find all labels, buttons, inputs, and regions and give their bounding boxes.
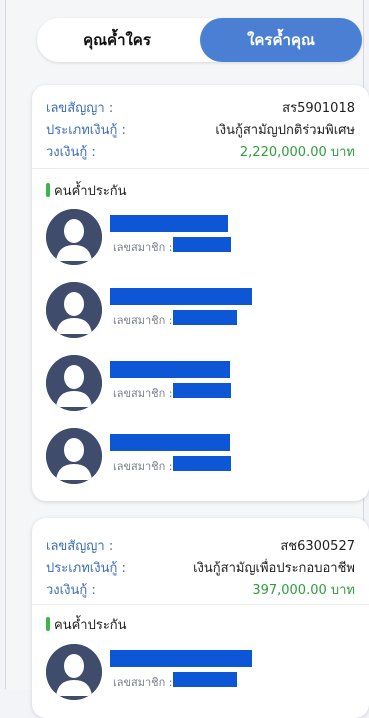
credit-label: วงเงินกู้ : <box>46 583 96 598</box>
credit-row: วงเงินกู้ : 2,220,000.00 บาท <box>46 141 355 161</box>
credit-row: วงเงินกู้ : 397,000.00 บาท <box>46 579 355 599</box>
guarantor-name-redacted <box>110 361 230 378</box>
member-number-label: เลขสมาชิก : <box>113 387 173 400</box>
member-number-label: เลขสมาชิก : <box>113 241 173 254</box>
avatar-icon <box>46 428 102 484</box>
contract-card[interactable]: เลขสัญญา : สช6300527 ประเภทเงินกู้ : เงิ… <box>32 518 369 718</box>
contract-number-label: เลขสัญญา : <box>46 101 114 116</box>
loan-type-row: ประเภทเงินกู้ : เงินกู้สามัญเพื่อประกอบอ… <box>46 557 355 577</box>
guarantor-section-title: คนค้ำประกัน <box>46 614 127 635</box>
guarantor-item[interactable]: เลขสมาชิก : <box>46 282 346 342</box>
guarantor-section-label: คนค้ำประกัน <box>54 184 127 199</box>
credit-amount: 2,220,000.00 บาท <box>239 145 355 160</box>
guarantor-item[interactable]: เลขสมาชิก : <box>46 644 346 704</box>
guarantor-section-title: คนค้ำประกัน <box>46 180 127 201</box>
member-number-redacted <box>173 456 231 471</box>
member-number-redacted <box>173 310 237 325</box>
guarantor-item[interactable]: เลขสมาชิก : <box>46 428 346 488</box>
contract-number-row: เลขสัญญา : สร5901018 <box>46 97 355 117</box>
tab-you-guarantee[interactable]: คุณค้ำใคร <box>37 18 197 62</box>
avatar-icon <box>46 282 102 338</box>
guarantor-item[interactable]: เลขสมาชิก : <box>46 209 346 269</box>
guarantor-section-label: คนค้ำประกัน <box>54 618 127 633</box>
loan-type-value: เงินกู้สามัญเพื่อประกอบอาชีพ <box>193 561 355 576</box>
member-number-label: เลขสมาชิก : <box>113 460 173 473</box>
loan-type-row: ประเภทเงินกู้ : เงินกู้สามัญปกติร่วมพิเศ… <box>46 119 355 139</box>
divider <box>32 168 369 169</box>
section-marker-icon <box>46 183 50 197</box>
contract-number-value: สช6300527 <box>280 539 355 554</box>
credit-amount: 397,000.00 บาท <box>252 583 355 598</box>
contract-number-row: เลขสัญญา : สช6300527 <box>46 535 355 555</box>
avatar-icon <box>46 209 102 265</box>
avatar-icon <box>46 355 102 411</box>
avatar-icon <box>46 644 102 700</box>
divider <box>32 604 369 605</box>
section-marker-icon <box>46 617 50 631</box>
credit-label: วงเงินกู้ : <box>46 145 96 160</box>
loan-type-label: ประเภทเงินกู้ : <box>46 123 126 138</box>
guarantee-tab-switch: คุณค้ำใคร ใครค้ำคุณ <box>37 18 362 62</box>
member-number-redacted <box>173 672 237 687</box>
member-number-label: เลขสมาชิก : <box>113 314 173 327</box>
loan-type-label: ประเภทเงินกู้ : <box>46 561 126 576</box>
guarantor-item[interactable]: เลขสมาชิก : <box>46 355 346 415</box>
member-number-label: เลขสมาชิก : <box>113 676 173 689</box>
app-screen: คุณค้ำใคร ใครค้ำคุณ เลขสัญญา : สร5901018… <box>5 0 369 718</box>
guarantor-name-redacted <box>110 215 228 232</box>
guarantor-name-redacted <box>110 434 230 451</box>
guarantor-name-redacted <box>110 650 252 667</box>
member-number-redacted <box>173 237 231 252</box>
loan-type-value: เงินกู้สามัญปกติร่วมพิเศษ <box>215 123 355 138</box>
tab-guarantees-you[interactable]: ใครค้ำคุณ <box>200 18 362 62</box>
guarantor-name-redacted <box>110 288 252 305</box>
member-number-redacted <box>173 383 231 398</box>
contract-card[interactable]: เลขสัญญา : สร5901018 ประเภทเงินกู้ : เงิ… <box>32 85 369 501</box>
contract-number-value: สร5901018 <box>282 101 355 116</box>
contract-number-label: เลขสัญญา : <box>46 539 114 554</box>
